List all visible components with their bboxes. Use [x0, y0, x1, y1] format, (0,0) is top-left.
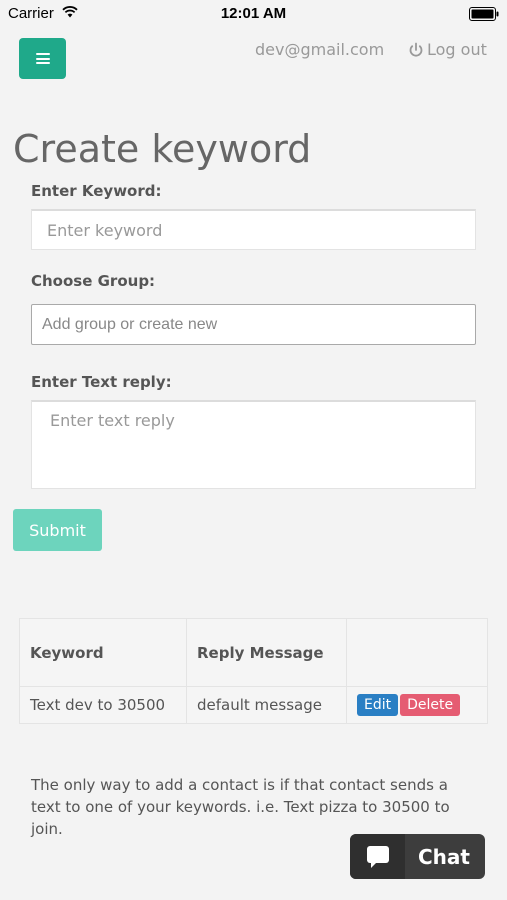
- chat-label: Chat: [418, 844, 470, 869]
- user-email: dev@gmail.com: [255, 40, 385, 59]
- header-reply-message: Reply Message: [186, 618, 347, 687]
- header-keyword: Keyword: [19, 618, 187, 687]
- group-label: Choose Group:: [31, 272, 156, 290]
- cell-reply: default message: [186, 686, 347, 724]
- group-input[interactable]: [31, 304, 476, 345]
- keyword-input[interactable]: [31, 209, 476, 250]
- keyword-table: Keyword Reply Message Text dev to 30500 …: [19, 618, 488, 724]
- menu-button[interactable]: [19, 38, 66, 79]
- reply-textarea[interactable]: [31, 400, 476, 489]
- page-title: Create keyword: [13, 127, 312, 171]
- status-time: 12:01 AM: [220, 5, 287, 22]
- power-icon: [409, 42, 423, 57]
- battery-icon: [469, 7, 499, 21]
- delete-button[interactable]: Delete: [400, 694, 461, 716]
- table-row: Text dev to 30500 default message Edit De…: [19, 686, 488, 724]
- logout-link[interactable]: Log out: [408, 40, 487, 59]
- header-actions: [346, 618, 488, 687]
- cell-keyword: Text dev to 30500: [19, 686, 187, 724]
- submit-button[interactable]: Submit: [13, 509, 102, 551]
- help-text: The only way to add a contact is if that…: [31, 776, 450, 838]
- logout-label: Log out: [427, 40, 487, 59]
- reply-label: Enter Text reply:: [31, 373, 172, 391]
- status-bar: Carrier 12:01 AM: [0, 0, 507, 28]
- chat-icon-box: [350, 834, 405, 879]
- cell-actions: Edit Delete: [346, 686, 488, 724]
- chat-bubble-icon: [366, 845, 389, 868]
- keyword-label: Enter Keyword:: [31, 182, 162, 200]
- chat-widget[interactable]: Chat: [350, 834, 485, 879]
- edit-button[interactable]: Edit: [357, 694, 399, 716]
- hamburger-icon: [35, 53, 50, 64]
- table-header-row: Keyword Reply Message: [19, 618, 488, 687]
